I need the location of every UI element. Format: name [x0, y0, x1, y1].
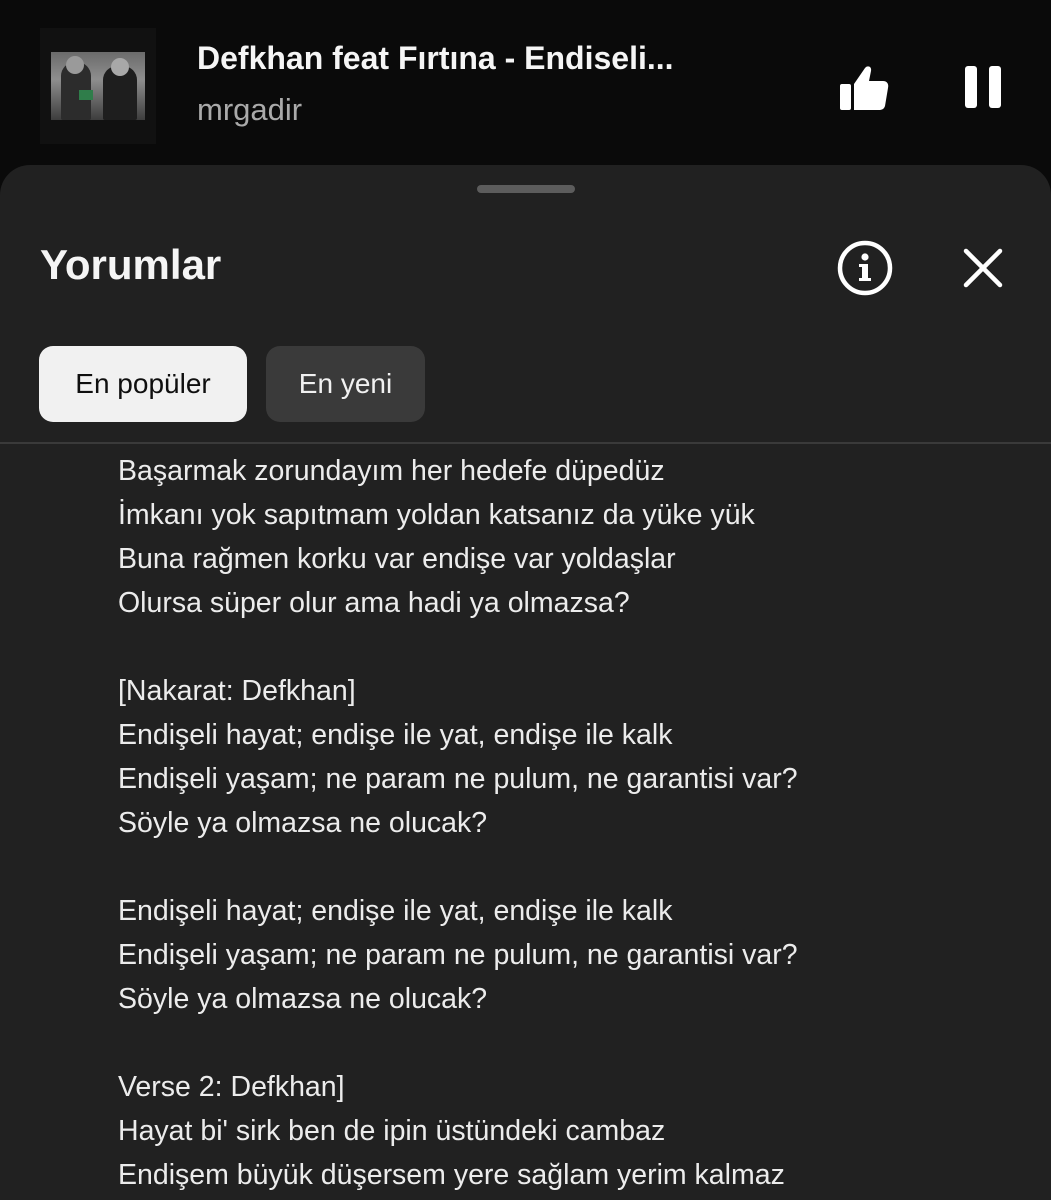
- comment-text: Başarmak zorundayım her hedefe düpedüz İm…: [118, 449, 1018, 1197]
- track-artist: mrgadir: [197, 92, 303, 127]
- lyric-line: Endişeli hayat; endişe ile yat, endişe i…: [118, 895, 673, 927]
- pause-button[interactable]: [952, 56, 1014, 118]
- lyric-line: İmkanı yok sapıtmam yoldan katsanız da y…: [118, 499, 755, 531]
- thumbs-up-icon: [840, 66, 889, 110]
- mini-player[interactable]: Defkhan feat Fırtına - Endiseli... mrgad…: [0, 0, 1051, 175]
- lyric-line: Endişeli yaşam; ne param ne pulum, ne ga…: [118, 763, 798, 795]
- comments-sheet: Yorumlar En popüler En yeni Başarmak zor…: [0, 165, 1051, 1200]
- lyric-line: [Nakarat: Defkhan]: [118, 675, 356, 707]
- divider: [0, 442, 1051, 444]
- chip-newest[interactable]: En yeni: [266, 346, 425, 422]
- lyric-line: Buna rağmen korku var endişe var yoldaşl…: [118, 543, 676, 575]
- lyric-line: Olursa süper olur ama hadi ya olmazsa?: [118, 587, 630, 619]
- lyric-line: Söyle ya olmazsa ne olucak?: [118, 807, 488, 839]
- lyric-line: Hayat bi' sirk ben de ipin üstündeki cam…: [118, 1115, 666, 1147]
- track-title: Defkhan feat Fırtına - Endiseli...: [197, 40, 674, 76]
- info-icon: [837, 240, 893, 296]
- lyric-line: Endişem büyük düşersem yere sağlam yerim…: [118, 1159, 785, 1191]
- pause-icon: [965, 66, 1001, 108]
- lyric-line: Endişeli yaşam; ne param ne pulum, ne ga…: [118, 939, 798, 971]
- lyric-line: Verse 2: Defkhan]: [118, 1071, 345, 1103]
- lyric-line: Söyle ya olmazsa ne olucak?: [118, 983, 488, 1015]
- close-button[interactable]: [958, 243, 1008, 293]
- album-thumbnail[interactable]: [40, 28, 156, 144]
- like-button[interactable]: [832, 56, 896, 120]
- lyric-line: Endişeli hayat; endişe ile yat, endişe i…: [118, 719, 673, 751]
- chip-most-popular[interactable]: En popüler: [39, 346, 247, 422]
- sheet-title: Yorumlar: [40, 241, 222, 288]
- drag-handle[interactable]: [477, 185, 575, 193]
- info-button[interactable]: [836, 239, 894, 297]
- thumbnail-image: [51, 52, 145, 120]
- lyric-line: Başarmak zorundayım her hedefe düpedüz: [118, 455, 665, 487]
- close-icon: [963, 248, 1003, 288]
